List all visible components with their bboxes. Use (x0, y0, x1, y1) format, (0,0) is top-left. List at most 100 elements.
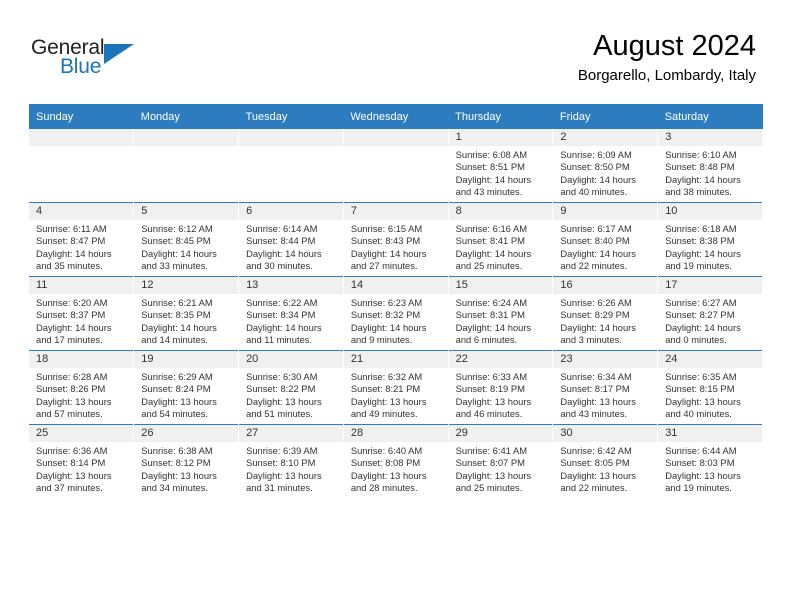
day-details: Sunrise: 6:10 AM Sunset: 8:48 PM Daylight:… (658, 146, 762, 198)
daylight-text-line1: Daylight: 14 hours (141, 247, 217, 259)
weekday-header-sunday: Sunday (29, 104, 134, 129)
calendar-day-cell-empty (133, 129, 240, 203)
calendar-day-cell[interactable]: 11 Sunrise: 6:20 AM Sunset: 8:37 PM Dayligh… (29, 276, 135, 351)
sunset-text: Sunset: 8:32 PM (350, 309, 421, 321)
day-number: 27 (239, 425, 343, 442)
daylight-text-line1: Daylight: 13 hours (350, 395, 427, 407)
location-subtitle: Borgarello, Lombardy, Italy (577, 67, 756, 84)
day-details: Sunrise: 6:38 AM Sunset: 8:12 PM Daylight:… (134, 442, 238, 494)
calendar-day-cell[interactable]: 24 Sunrise: 6:35 AM Sunset: 8:15 PM Dayligh… (657, 350, 763, 425)
calendar-day-cell[interactable]: 21 Sunrise: 6:32 AM Sunset: 8:21 PM Dayligh… (343, 350, 449, 425)
daylight-text-line2: and 40 minutes. (665, 407, 732, 419)
daylight-text-line2: and 22 minutes. (560, 481, 628, 493)
calendar-day-cell[interactable]: 19 Sunrise: 6:29 AM Sunset: 8:24 PM Dayligh… (133, 350, 240, 425)
sunset-text: Sunset: 8:08 PM (350, 457, 421, 469)
calendar-week-row: 18 Sunrise: 6:28 AM Sunset: 8:26 PM Dayligh… (29, 350, 763, 425)
calendar-day-cell[interactable]: 14 Sunrise: 6:23 AM Sunset: 8:32 PM Dayligh… (343, 276, 449, 351)
sunrise-text: Sunrise: 6:32 AM (350, 371, 423, 382)
day-details: Sunrise: 6:16 AM Sunset: 8:41 PM Daylight:… (449, 220, 553, 272)
calendar-day-cell[interactable]: 8 Sunrise: 6:16 AM Sunset: 8:41 PM Daylight… (448, 202, 554, 277)
day-details: Sunrise: 6:41 AM Sunset: 8:07 PM Daylight:… (449, 442, 553, 494)
calendar-day-cell[interactable]: 27 Sunrise: 6:39 AM Sunset: 8:10 PM Dayligh… (238, 424, 344, 498)
calendar-day-cell[interactable]: 13 Sunrise: 6:22 AM Sunset: 8:34 PM Dayligh… (238, 276, 344, 351)
sunset-text: Sunset: 8:45 PM (141, 235, 211, 247)
sunrise-text: Sunrise: 6:21 AM (141, 297, 213, 308)
calendar-day-cell[interactable]: 12 Sunrise: 6:21 AM Sunset: 8:35 PM Dayligh… (133, 276, 240, 351)
sunset-text: Sunset: 8:47 PM (36, 235, 106, 247)
calendar-body: 1 Sunrise: 6:08 AM Sunset: 8:51 PM Daylight… (29, 129, 763, 498)
daylight-text-line2: and 9 minutes. (350, 333, 413, 345)
calendar-day-cell[interactable]: 29 Sunrise: 6:41 AM Sunset: 8:07 PM Dayligh… (448, 424, 554, 498)
calendar-day-cell-empty (343, 129, 449, 203)
calendar-day-cell[interactable]: 26 Sunrise: 6:38 AM Sunset: 8:12 PM Dayligh… (133, 424, 240, 498)
day-number: 8 (448, 203, 553, 220)
daylight-text-line2: and 51 minutes. (246, 407, 313, 419)
calendar-day-cell[interactable]: 7 Sunrise: 6:15 AM Sunset: 8:43 PM Daylight… (343, 202, 449, 277)
calendar-day-cell[interactable]: 17 Sunrise: 6:27 AM Sunset: 8:27 PM Dayligh… (657, 276, 763, 351)
calendar-day-cell[interactable]: 1 Sunrise: 6:08 AM Sunset: 8:51 PM Daylight… (448, 129, 554, 203)
calendar-week-row: 25 Sunrise: 6:36 AM Sunset: 8:14 PM Dayligh… (29, 424, 763, 498)
day-number: 24 (658, 351, 762, 368)
weekday-header-friday: Friday (552, 104, 658, 129)
calendar-day-cell[interactable]: 28 Sunrise: 6:40 AM Sunset: 8:08 PM Dayligh… (343, 424, 449, 498)
sunset-text: Sunset: 8:35 PM (141, 309, 211, 321)
calendar-week-row: 1 Sunrise: 6:08 AM Sunset: 8:51 PM Daylight… (29, 129, 763, 203)
calendar-day-cell[interactable]: 23 Sunrise: 6:34 AM Sunset: 8:17 PM Dayligh… (552, 350, 659, 425)
calendar-day-cell[interactable]: 3 Sunrise: 6:10 AM Sunset: 8:48 PM Daylight… (657, 129, 763, 203)
sunset-text: Sunset: 8:29 PM (560, 309, 630, 321)
sunset-text: Sunset: 8:14 PM (36, 457, 106, 469)
daylight-text-line1: Daylight: 13 hours (36, 395, 112, 407)
day-number: 1 (448, 129, 553, 146)
calendar-day-cell[interactable]: 15 Sunrise: 6:24 AM Sunset: 8:31 PM Dayligh… (448, 276, 554, 351)
general-blue-logo[interactable]: General Blue (31, 36, 151, 82)
calendar-day-cell[interactable]: 18 Sunrise: 6:28 AM Sunset: 8:26 PM Dayligh… (29, 350, 135, 425)
day-number: 16 (553, 277, 658, 294)
day-number: 28 (343, 425, 448, 442)
daylight-text-line1: Daylight: 13 hours (350, 469, 427, 481)
sunset-text: Sunset: 8:37 PM (36, 309, 106, 321)
daylight-text-line2: and 43 minutes. (455, 185, 523, 197)
sunrise-text: Sunrise: 6:40 AM (350, 445, 423, 456)
sunrise-text: Sunrise: 6:27 AM (665, 297, 737, 308)
title-block: August 2024 Borgarello, Lombardy, Italy (578, 28, 756, 86)
sunrise-text: Sunrise: 6:16 AM (455, 223, 528, 234)
sunrise-text: Sunrise: 6:10 AM (665, 149, 737, 160)
calendar-day-cell[interactable]: 30 Sunrise: 6:42 AM Sunset: 8:05 PM Dayligh… (552, 424, 659, 498)
daylight-text-line1: Daylight: 13 hours (455, 469, 532, 481)
day-number: 10 (658, 203, 762, 220)
sunset-text: Sunset: 8:12 PM (141, 457, 211, 469)
calendar-day-cell[interactable]: 9 Sunrise: 6:17 AM Sunset: 8:40 PM Daylight… (552, 202, 659, 277)
sunset-text: Sunset: 8:07 PM (455, 457, 525, 469)
daylight-text-line2: and 30 minutes. (246, 259, 313, 271)
calendar-day-cell[interactable]: 25 Sunrise: 6:36 AM Sunset: 8:14 PM Dayligh… (29, 424, 135, 498)
day-details: Sunrise: 6:24 AM Sunset: 8:31 PM Daylight:… (449, 294, 553, 346)
daylight-text-line1: Daylight: 14 hours (455, 173, 532, 185)
day-number: 31 (658, 425, 762, 442)
sunset-text: Sunset: 8:44 PM (246, 235, 316, 247)
day-number: 29 (448, 425, 553, 442)
daylight-text-line2: and 43 minutes. (560, 407, 628, 419)
sunrise-text: Sunrise: 6:22 AM (246, 297, 318, 308)
day-details: Sunrise: 6:33 AM Sunset: 8:19 PM Daylight:… (449, 368, 553, 420)
calendar-day-cell[interactable]: 5 Sunrise: 6:12 AM Sunset: 8:45 PM Daylight… (133, 202, 240, 277)
calendar-day-cell-empty (238, 129, 344, 203)
calendar-day-cell[interactable]: 22 Sunrise: 6:33 AM Sunset: 8:19 PM Dayligh… (448, 350, 554, 425)
sunrise-text: Sunrise: 6:17 AM (560, 223, 632, 234)
daylight-text-line1: Daylight: 14 hours (36, 321, 112, 333)
calendar-day-cell[interactable]: 2 Sunrise: 6:09 AM Sunset: 8:50 PM Daylight… (552, 129, 659, 203)
day-details: Sunrise: 6:27 AM Sunset: 8:27 PM Daylight:… (658, 294, 762, 346)
sunset-text: Sunset: 8:24 PM (141, 383, 211, 395)
calendar-day-cell[interactable]: 4 Sunrise: 6:11 AM Sunset: 8:47 PM Daylight… (29, 202, 135, 277)
daylight-text-line2: and 19 minutes. (665, 259, 732, 271)
calendar-day-cell[interactable]: 6 Sunrise: 6:14 AM Sunset: 8:44 PM Daylight… (238, 202, 344, 277)
daylight-text-line1: Daylight: 14 hours (350, 247, 427, 259)
daylight-text-line2: and 28 minutes. (350, 481, 418, 493)
sunset-text: Sunset: 8:38 PM (665, 235, 735, 247)
calendar-day-cell[interactable]: 20 Sunrise: 6:30 AM Sunset: 8:22 PM Dayligh… (238, 350, 344, 425)
sunrise-text: Sunrise: 6:34 AM (560, 371, 632, 382)
sunset-text: Sunset: 8:34 PM (246, 309, 316, 321)
day-number: 14 (343, 277, 448, 294)
calendar-day-cell[interactable]: 31 Sunrise: 6:44 AM Sunset: 8:03 PM Dayligh… (657, 424, 763, 498)
calendar-day-cell[interactable]: 16 Sunrise: 6:26 AM Sunset: 8:29 PM Dayligh… (552, 276, 659, 351)
calendar-day-cell[interactable]: 10 Sunrise: 6:18 AM Sunset: 8:38 PM Dayligh… (657, 202, 763, 277)
